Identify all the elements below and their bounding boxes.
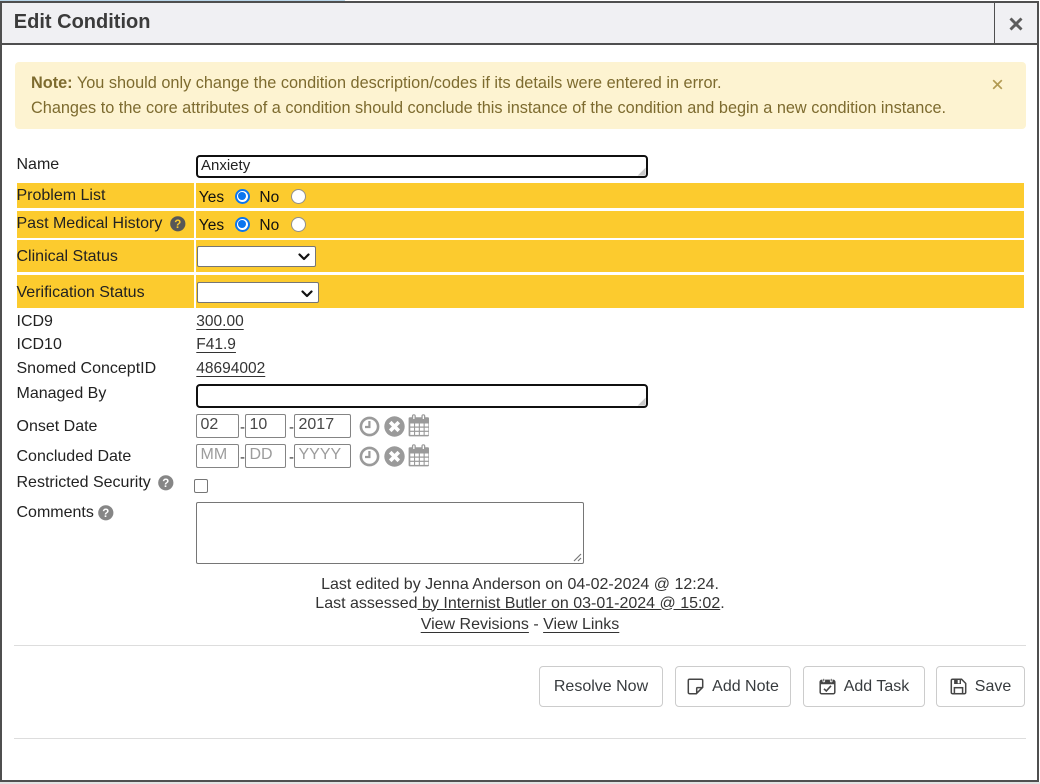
svg-text:?: ? bbox=[102, 508, 109, 520]
svg-text:?: ? bbox=[162, 478, 169, 490]
svg-text:?: ? bbox=[174, 219, 181, 231]
